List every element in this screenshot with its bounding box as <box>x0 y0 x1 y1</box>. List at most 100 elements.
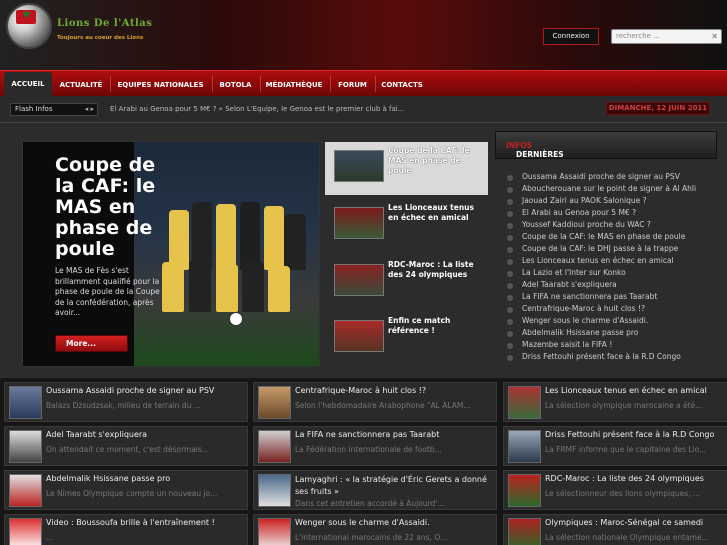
player-figure <box>162 262 184 312</box>
news-card[interactable]: Wenger sous le charme d'Assaidi. L'inter… <box>253 514 497 545</box>
latest-news-link[interactable]: Aboucherouane sur le point de signer à A… <box>522 184 696 193</box>
latest-news-link[interactable]: Centrafrique-Maroc à huit clos !? <box>522 304 645 313</box>
news-title[interactable]: RDC-Maroc : La liste des 24 olympiques <box>545 474 727 483</box>
news-card[interactable]: Centrafrique-Maroc à huit clos !? Selon … <box>253 382 497 422</box>
search-input[interactable]: recherche ... ✕ <box>611 29 722 44</box>
news-card[interactable]: Video : Boussoufa brille à l'entraînemen… <box>4 514 248 545</box>
featured-list-title: RDC-Maroc : La liste des 24 olympiques <box>388 260 474 279</box>
latest-news-link[interactable]: Coupe de la CAF: le MAS en phase de poul… <box>522 232 685 241</box>
player-figure <box>242 262 264 312</box>
latest-news-link[interactable]: Driss Fettouhi présent face à la R.D Con… <box>522 352 681 361</box>
latest-news-item[interactable]: El Arabi au Genoa pour 5 M€ ? <box>507 208 717 220</box>
news-title[interactable]: Lamyaghri : « la stratégie d'Éric Gerets… <box>295 474 495 498</box>
latest-news-item[interactable]: Coupe de la CAF: le MAS en phase de poul… <box>507 232 717 244</box>
news-title[interactable]: Video : Boussoufa brille à l'entraînemen… <box>46 518 246 527</box>
news-title[interactable]: Abdelmalik Hsissane passe pro <box>46 474 246 483</box>
latest-news-link[interactable]: El Arabi au Genoa pour 5 M€ ? <box>522 208 636 217</box>
latest-news-item[interactable]: Driss Fettouhi présent face à la R.D Con… <box>507 352 717 364</box>
flash-arrows-icon[interactable]: ◂ ▸ <box>85 104 94 115</box>
latest-news-link[interactable]: Youssef Kaddioui proche du WAC ? <box>522 220 651 229</box>
featured-list-title: Enfin ce match référence ! <box>388 316 451 335</box>
news-thumbnail <box>9 430 42 463</box>
latest-news-link[interactable]: Abdelmalik Hsissane passe pro <box>522 328 638 337</box>
nav-separator <box>110 76 111 92</box>
latest-news-item[interactable]: Centrafrique-Maroc à huit clos !? <box>507 304 717 316</box>
news-title[interactable]: Adel Taarabt s'expliquera <box>46 430 246 439</box>
bullet-icon <box>507 319 513 325</box>
latest-news-link[interactable]: Mazembe saisit la FIFA ! <box>522 340 612 349</box>
news-title[interactable]: Wenger sous le charme d'Assaidi. <box>295 518 495 527</box>
latest-news-item[interactable]: Oussama Assaidi proche de signer au PSV <box>507 172 717 184</box>
news-title[interactable]: Les Lionceaux tenus en échec en amical <box>545 386 727 395</box>
player-figure <box>216 264 238 312</box>
latest-news-item[interactable]: Jaouad Zairi au PAOK Salonique ? <box>507 196 717 208</box>
nav-separator <box>260 76 261 92</box>
bullet-icon <box>507 307 513 313</box>
nav-separator <box>330 76 331 92</box>
login-button[interactable]: Connexion <box>543 28 599 45</box>
news-title[interactable]: Centrafrique-Maroc à huit clos !? <box>295 386 495 395</box>
latest-news-link[interactable]: Adel Taarabt s'expliquera <box>522 280 617 289</box>
latest-news-item[interactable]: Mazembe saisit la FIFA ! <box>507 340 717 352</box>
latest-news-item[interactable]: Abdelmalik Hsissane passe pro <box>507 328 717 340</box>
bullet-icon <box>507 175 513 181</box>
latest-news-link[interactable]: Les Lionceaux tenus en échec en amical <box>522 256 674 265</box>
bullet-icon <box>507 355 513 361</box>
news-title[interactable]: La FIFA ne sanctionnera pas Taarabt <box>295 430 495 439</box>
player-figure <box>169 210 189 270</box>
news-card[interactable]: Olympiques : Maroc-Sénégal ce samedi La … <box>503 514 727 545</box>
news-title[interactable]: Driss Fettouhi présent face à la R.D Con… <box>545 430 727 439</box>
nav-item-forum[interactable]: FORUM <box>334 74 371 96</box>
latest-news-item[interactable]: Youssef Kaddioui proche du WAC ? <box>507 220 717 232</box>
news-card[interactable]: RDC-Maroc : La liste des 24 olympiques L… <box>503 470 727 510</box>
latest-news-item[interactable]: Wenger sous le charme d'Assaidi. <box>507 316 717 328</box>
latest-news-item[interactable]: La Lazio et l'Inter sur Konko <box>507 268 717 280</box>
news-excerpt: Le sélectionneur des lions olympiques, .… <box>545 489 701 498</box>
nav-item-accueil[interactable]: ACCUEIL <box>4 72 52 97</box>
featured-list-item[interactable]: RDC-Maroc : La liste des 24 olympiques <box>325 256 488 309</box>
news-card[interactable]: Les Lionceaux tenus en échec en amical L… <box>503 382 727 422</box>
nav-item-equipes-nationales[interactable]: EQUIPES NATIONALES <box>113 74 208 96</box>
player-figure <box>268 266 290 312</box>
latest-news-item[interactable]: Les Lionceaux tenus en échec en amical <box>507 256 717 268</box>
nav-item-contacts[interactable]: CONTACTS <box>378 74 426 96</box>
site-header: Lions De l'Atlas Toujours au coeur des L… <box>0 0 727 70</box>
latest-news-item[interactable]: Adel Taarabt s'expliquera <box>507 280 717 292</box>
nav-item-botola[interactable]: BOTOLA <box>215 74 256 96</box>
news-card[interactable]: La FIFA ne sanctionnera pas Taarabt La F… <box>253 426 497 466</box>
featured-list-item[interactable]: Coupe de la CAF: le MAS en phase de poul… <box>325 142 488 195</box>
player-figure <box>240 202 260 270</box>
latest-news-item[interactable]: Aboucherouane sur le point de signer à A… <box>507 184 717 196</box>
latest-news-link[interactable]: Coupe de la CAF: le DHJ passe à la trapp… <box>522 244 678 253</box>
latest-news-item[interactable]: La FIFA ne sanctionnera pas Taarabt <box>507 292 717 304</box>
featured-list-title: Coupe de la CAF: le MAS en phase de poul… <box>388 146 470 175</box>
news-card[interactable]: Adel Taarabt s'expliquera On attendait c… <box>4 426 248 466</box>
latest-news-link[interactable]: Jaouad Zairi au PAOK Salonique ? <box>522 196 647 205</box>
featured-list-item[interactable]: Les Lionceaux tenus en échec en amical <box>325 199 488 252</box>
latest-news-link[interactable]: Wenger sous le charme d'Assaidi. <box>522 316 648 325</box>
thumbnail-image <box>334 320 384 352</box>
flash-ticker[interactable]: El Arabi au Genoa pour 5 M€ ? » Selon L'… <box>110 105 410 113</box>
news-card[interactable]: Abdelmalik Hsissane passe pro Le Nîmes O… <box>4 470 248 510</box>
latest-news-link[interactable]: La Lazio et l'Inter sur Konko <box>522 268 626 277</box>
news-card[interactable]: Oussama Assaidi proche de signer au PSV … <box>4 382 248 422</box>
news-thumbnail <box>258 430 291 463</box>
featured-list-item[interactable]: Enfin ce match référence ! <box>325 312 488 365</box>
news-card[interactable]: Driss Fettouhi présent face à la R.D Con… <box>503 426 727 466</box>
featured-title[interactable]: Coupe de la CAF: le MAS en phase de poul… <box>55 155 165 260</box>
nav-item-actualite[interactable]: ACTUALITÉ <box>56 74 106 96</box>
news-excerpt: Dans cet entretien accordé à Aujourd'... <box>295 499 445 508</box>
latest-news-item[interactable]: Coupe de la CAF: le DHJ passe à la trapp… <box>507 244 717 256</box>
logo-title[interactable]: Lions De l'Atlas <box>57 18 152 29</box>
latest-news-link[interactable]: La FIFA ne sanctionnera pas Taarabt <box>522 292 657 301</box>
nav-item-mediatheque[interactable]: MÉDIATHÈQUE <box>263 74 325 96</box>
more-button[interactable]: More... <box>55 335 128 352</box>
latest-news-link[interactable]: Oussama Assaidi proche de signer au PSV <box>522 172 680 181</box>
news-title[interactable]: Oussama Assaidi proche de signer au PSV <box>46 386 246 395</box>
thumbnail-image <box>334 150 384 182</box>
news-thumbnail <box>258 518 291 545</box>
news-card[interactable]: Lamyaghri : « la stratégie d'Éric Gerets… <box>253 470 497 510</box>
clear-icon[interactable]: ✕ <box>711 30 718 43</box>
news-title[interactable]: Olympiques : Maroc-Sénégal ce samedi <box>545 518 727 527</box>
nav-separator <box>375 76 376 92</box>
